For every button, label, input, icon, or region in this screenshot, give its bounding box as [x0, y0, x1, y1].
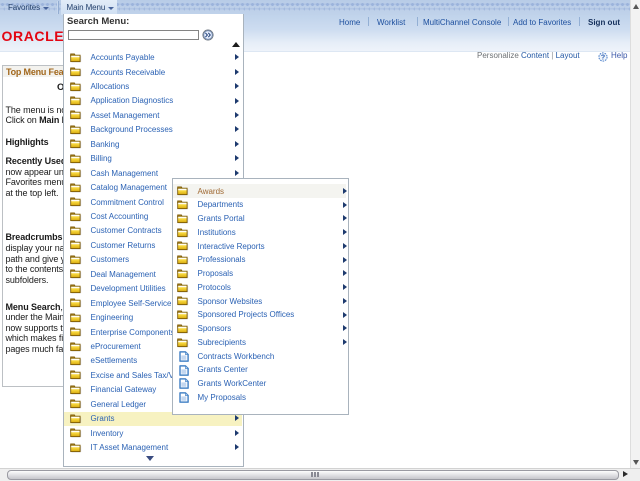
svg-text:?: ? — [601, 54, 605, 61]
